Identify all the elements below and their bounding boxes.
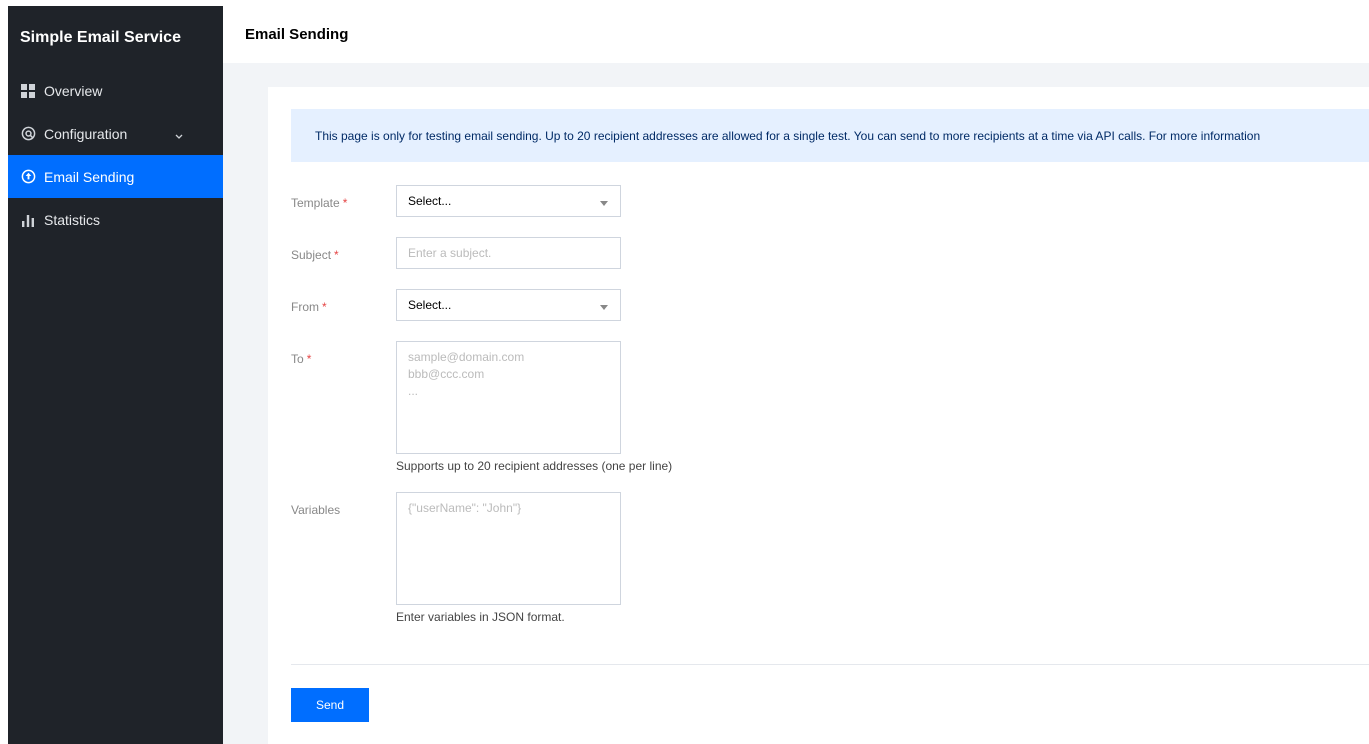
variables-help-text: Enter variables in JSON format.	[396, 610, 565, 624]
bar-chart-icon	[20, 212, 36, 228]
chevron-down-icon	[175, 127, 183, 143]
sidebar-item-statistics[interactable]: Statistics	[8, 198, 223, 241]
divider	[291, 664, 1369, 665]
form-card: This page is only for testing email send…	[268, 87, 1369, 744]
subject-label: Subject *	[291, 248, 339, 262]
variables-textarea[interactable]	[396, 492, 621, 605]
variables-label: Variables	[291, 503, 341, 517]
page-header: Email Sending	[223, 6, 1369, 63]
required-mark: *	[322, 300, 327, 314]
caret-down-icon	[600, 300, 608, 314]
from-select-value: Select...	[408, 298, 452, 312]
sidebar-item-label: Email Sending	[44, 168, 135, 185]
send-button[interactable]: Send	[291, 688, 369, 722]
sidebar: Simple Email Service Overview Configurat…	[8, 6, 223, 744]
template-label: Template *	[291, 196, 348, 210]
send-circle-icon	[20, 169, 36, 185]
required-mark: *	[334, 248, 339, 262]
to-help-text: Supports up to 20 recipient addresses (o…	[396, 459, 673, 473]
from-select[interactable]: Select...	[396, 289, 621, 321]
to-textarea[interactable]	[396, 341, 621, 454]
gear-circle-icon	[20, 126, 36, 142]
info-notice: This page is only for testing email send…	[291, 109, 1369, 162]
required-mark: *	[306, 352, 312, 366]
template-select-value: Select...	[408, 194, 452, 208]
subject-input[interactable]	[396, 237, 621, 269]
sidebar-item-label: Overview	[44, 82, 103, 99]
grid-icon	[20, 83, 36, 99]
page-title: Email Sending	[245, 26, 349, 43]
sidebar-item-label: Statistics	[44, 211, 101, 228]
sidebar-item-email-sending[interactable]: Email Sending	[8, 155, 223, 198]
sidebar-item-configuration[interactable]: Configuration	[8, 112, 223, 155]
required-mark: *	[342, 196, 348, 210]
main-area: Email Sending This page is only for test…	[223, 6, 1369, 744]
from-label: From *	[291, 300, 327, 314]
app-window: Simple Email Service Overview Configurat…	[0, 6, 1369, 744]
sidebar-item-overview[interactable]: Overview	[8, 69, 223, 112]
template-select[interactable]: Select...	[396, 185, 621, 217]
caret-down-icon	[600, 196, 608, 210]
sidebar-item-label: Configuration	[44, 125, 128, 142]
to-label: To *	[291, 352, 312, 366]
sidebar-title: Simple Email Service	[20, 29, 181, 46]
